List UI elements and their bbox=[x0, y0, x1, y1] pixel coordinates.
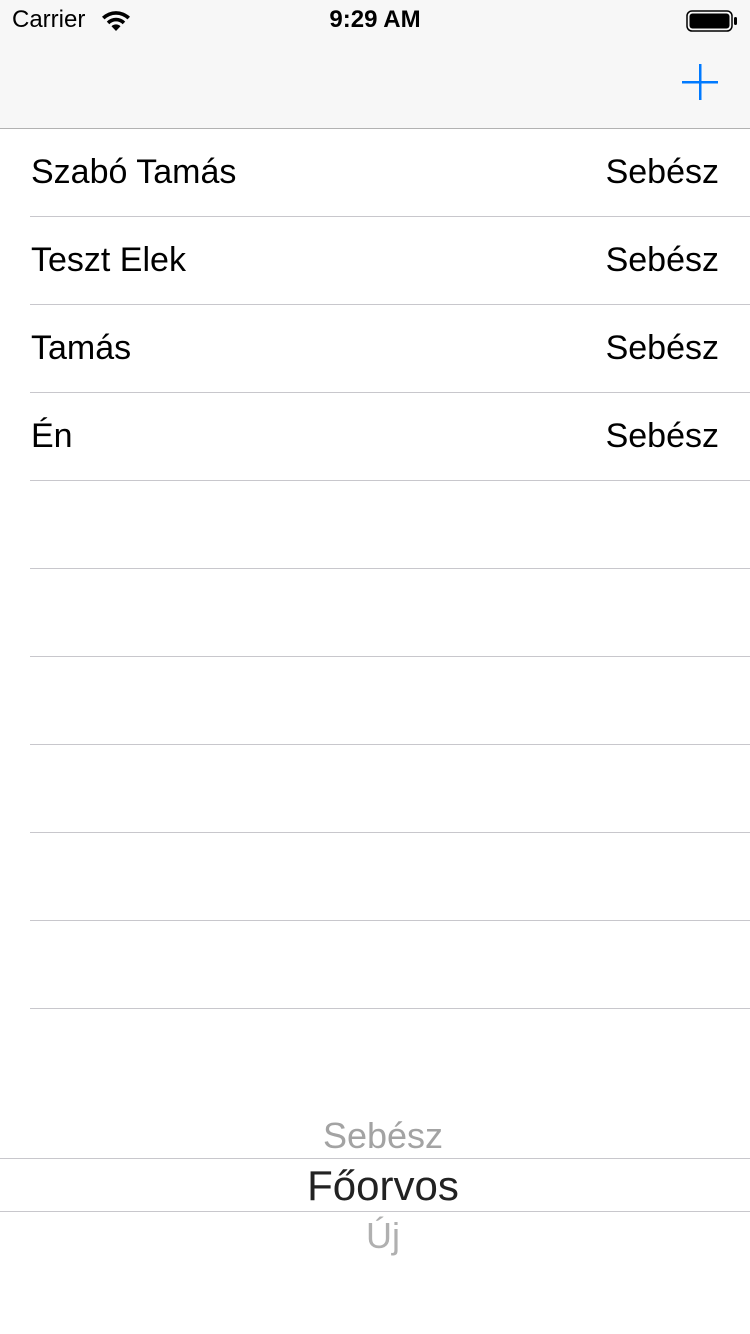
picker-selection-top-line bbox=[0, 1158, 750, 1159]
empty-table-row bbox=[30, 481, 750, 569]
row-role: Sebész bbox=[605, 329, 719, 367]
navigation-bar bbox=[0, 40, 750, 128]
picker-selection-bottom-line bbox=[0, 1211, 750, 1212]
table-row[interactable]: Szabó Tamás Sebész bbox=[30, 129, 750, 217]
status-bar: Carrier 9:29 AM bbox=[0, 0, 750, 40]
row-role: Sebész bbox=[605, 417, 719, 455]
table-row[interactable]: Teszt Elek Sebész bbox=[30, 217, 750, 305]
row-name: Tamás bbox=[31, 329, 132, 367]
table-row[interactable]: Tamás Sebész bbox=[30, 305, 750, 393]
row-role: Sebész bbox=[605, 153, 719, 191]
status-time: 9:29 AM bbox=[329, 6, 421, 33]
picker-option[interactable]: Új bbox=[0, 1214, 750, 1258]
table-view: Szabó Tamás Sebész Teszt Elek Sebész Tam… bbox=[0, 129, 750, 1009]
empty-table-row bbox=[30, 921, 750, 1009]
empty-table-row bbox=[30, 745, 750, 833]
screen: Carrier 9:29 AM Szabó Tamás Sebész Teszt… bbox=[0, 0, 750, 1334]
battery-icon bbox=[686, 10, 737, 32]
empty-table-row bbox=[30, 657, 750, 745]
row-name: Teszt Elek bbox=[31, 241, 186, 279]
row-name: Én bbox=[31, 417, 73, 455]
role-picker[interactable]: Sebész Főorvos Új bbox=[0, 1090, 750, 1270]
picker-selected-option[interactable]: Főorvos bbox=[0, 1160, 750, 1212]
empty-table-row bbox=[30, 569, 750, 657]
empty-table-row bbox=[30, 833, 750, 921]
picker-option[interactable]: Sebész bbox=[0, 1114, 750, 1158]
top-bar: Carrier 9:29 AM bbox=[0, 0, 750, 129]
plus-icon bbox=[682, 64, 718, 100]
row-name: Szabó Tamás bbox=[31, 153, 237, 191]
table-row[interactable]: Én Sebész bbox=[30, 393, 750, 481]
row-role: Sebész bbox=[605, 241, 719, 279]
add-button[interactable] bbox=[678, 60, 722, 104]
